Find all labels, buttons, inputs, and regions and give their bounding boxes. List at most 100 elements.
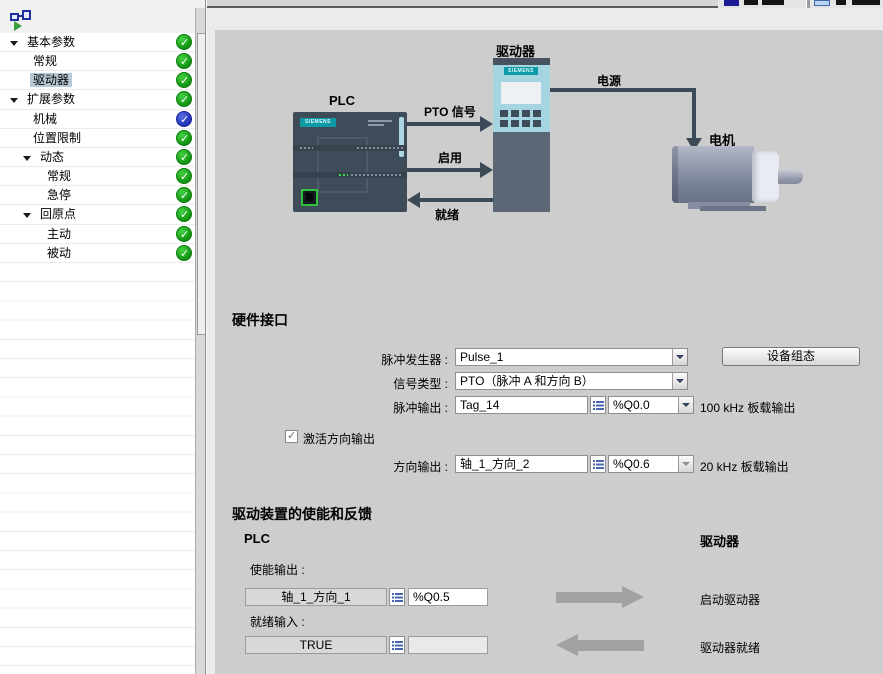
status-ok-icon	[176, 53, 192, 69]
drive-display	[501, 82, 541, 104]
tab-label-fragment	[852, 0, 880, 5]
siemens-logo: SIEMENS	[504, 67, 538, 75]
expand-triangle-icon[interactable]	[23, 156, 31, 161]
tag-list-button[interactable]	[389, 588, 405, 606]
hardware-interface-title: 硬件接口	[232, 310, 288, 330]
ready-arrowhead-icon	[407, 192, 420, 208]
tree-item-label[interactable]: 被动	[44, 246, 74, 260]
motor-graphic-endcap	[752, 151, 779, 202]
tree-item-drive[interactable]: 驱动器	[0, 71, 195, 90]
status-ok-icon	[176, 91, 192, 107]
direction-output-tag-input[interactable]: 轴_1_方向_2	[455, 455, 588, 473]
expand-triangle-icon[interactable]	[23, 213, 31, 218]
plc-led-band	[293, 172, 407, 178]
tree-item-label[interactable]: 驱动器	[30, 73, 72, 87]
ready-input-address-field[interactable]	[408, 636, 488, 654]
chevron-down-icon[interactable]	[678, 456, 693, 472]
drive-ready-text: 驱动器就绪	[700, 639, 760, 656]
expand-triangle-icon[interactable]	[10, 98, 18, 103]
tree-item-label[interactable]: 主动	[44, 227, 74, 241]
drive-column-header: 驱动器	[700, 531, 739, 550]
enable-feedback-title: 驱动装置的使能和反馈	[232, 504, 372, 524]
expand-triangle-icon[interactable]	[10, 41, 18, 46]
sidebar-scrollbar[interactable]	[195, 8, 205, 674]
direction-output-tag-value: 轴_1_方向_2	[460, 458, 529, 471]
motor-graphic-shaft	[778, 169, 803, 184]
direction-output-address-value: %Q0.6	[613, 458, 650, 471]
tree-item-position-limits[interactable]: 位置限制	[0, 129, 195, 148]
tab-label-fragment	[744, 0, 758, 5]
ethernet-port-icon	[301, 189, 318, 206]
tree-item-label[interactable]: 回原点	[37, 207, 79, 221]
pulse-generator-select[interactable]: Pulse_1	[455, 348, 688, 366]
axis-configuration-window: 基本参数 常规 驱动器 扩展参数 机械 位置限制	[0, 0, 883, 674]
simatic-text-line	[368, 120, 392, 122]
chevron-down-icon[interactable]	[672, 373, 687, 389]
direction-output-address-select[interactable]: %Q0.6	[608, 455, 694, 473]
tab-label-fragment	[762, 0, 784, 5]
tree-empty-rows	[0, 263, 195, 674]
status-ok-icon	[176, 226, 192, 242]
pulse-output-address-value: %Q0.0	[613, 399, 650, 412]
status-ok-icon	[176, 72, 192, 88]
power-line-horizontal	[550, 88, 696, 92]
tree-item-label[interactable]: 位置限制	[30, 131, 84, 145]
status-ok-icon	[176, 206, 192, 222]
plc-diagram-label: PLC	[329, 93, 355, 108]
tree-item-label[interactable]: 急停	[44, 188, 74, 202]
tab-label-fragment	[836, 0, 846, 5]
enable-flow-arrow	[556, 592, 622, 603]
tree-item-homing[interactable]: 回原点	[0, 205, 195, 224]
tree-item-basic-parameters[interactable]: 基本参数	[0, 33, 195, 52]
ready-input-tag-field[interactable]: TRUE	[245, 636, 387, 654]
activate-direction-checkbox[interactable]	[285, 430, 298, 443]
tree-item-label[interactable]: 扩展参数	[24, 92, 78, 106]
device-config-button[interactable]: 设备组态	[722, 347, 860, 366]
tag-list-button[interactable]	[389, 636, 405, 654]
enable-flow-arrowhead-icon	[622, 586, 644, 608]
tree-item-label[interactable]: 动态	[37, 150, 67, 164]
tree-item-emergency-stop[interactable]: 急停	[0, 186, 195, 205]
tab-icon-fragment	[814, 0, 830, 6]
tree-item-general[interactable]: 常规	[0, 52, 195, 71]
tree-item-label[interactable]: 常规	[30, 54, 60, 68]
pulse-output-address-select[interactable]: %Q0.0	[608, 396, 694, 414]
enable-output-address-field[interactable]: %Q0.5	[408, 588, 488, 606]
status-ok-icon	[176, 245, 192, 261]
tree-item-mechanics[interactable]: 机械	[0, 110, 195, 129]
tag-list-button[interactable]	[590, 396, 606, 414]
tree-item-extended-parameters[interactable]: 扩展参数	[0, 90, 195, 109]
status-ok-icon	[176, 168, 192, 184]
siemens-logo: SIEMENS	[300, 118, 336, 127]
start-drive-text: 启动驱动器	[700, 591, 760, 608]
chevron-down-icon[interactable]	[678, 397, 693, 413]
tree-item-dynamics-general[interactable]: 常规	[0, 167, 195, 186]
tree-item-label[interactable]: 机械	[30, 112, 60, 126]
tree-item-label[interactable]: 常规	[44, 169, 74, 183]
pto-signal-label: PTO 信号	[424, 103, 476, 120]
ready-signal-label: 就绪	[435, 206, 459, 223]
signal-type-select[interactable]: PTO（脉冲 A 和方向 B）	[455, 372, 688, 390]
tree-item-homing-active[interactable]: 主动	[0, 225, 195, 244]
tree-item-label[interactable]: 基本参数	[24, 35, 78, 49]
chevron-down-icon[interactable]	[672, 349, 687, 365]
pto-arrowhead-icon	[480, 116, 493, 132]
tree-item-homing-passive[interactable]: 被动	[0, 244, 195, 263]
tag-list-button[interactable]	[590, 455, 606, 473]
status-ok-icon	[176, 34, 192, 50]
direction-output-note: 20 kHz 板载输出	[700, 458, 789, 475]
tree-item-dynamics[interactable]: 动态	[0, 148, 195, 167]
enable-output-tag-field[interactable]: 轴_1_方向_1	[245, 588, 387, 606]
pulse-output-tag-input[interactable]: Tag_14	[455, 396, 588, 414]
ready-flow-arrowhead-icon	[556, 634, 578, 656]
ready-input-label: 就绪输入 :	[250, 613, 305, 630]
ready-flow-arrow	[578, 640, 644, 651]
pulse-output-tag-value: Tag_14	[460, 399, 499, 412]
sidebar-toolbar	[0, 0, 205, 33]
pto-signal-line	[407, 122, 483, 126]
list-icon	[593, 400, 604, 411]
parameter-tree: 基本参数 常规 驱动器 扩展参数 机械 位置限制	[0, 33, 195, 263]
pulse-generator-value: Pulse_1	[460, 351, 503, 364]
motor-graphic-shadow	[700, 206, 766, 211]
go-online-icon[interactable]	[14, 21, 22, 31]
